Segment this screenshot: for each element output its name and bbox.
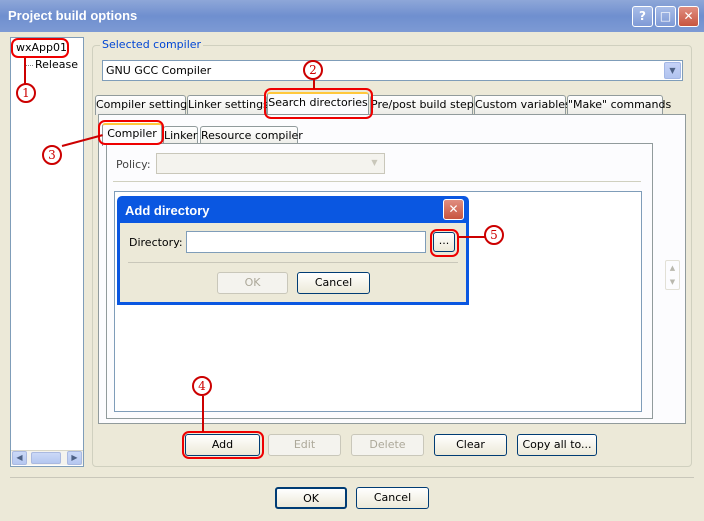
tab-pre-post-build-steps[interactable]: Pre/post build steps: [370, 95, 480, 115]
tree-item-release[interactable]: Release: [35, 58, 78, 71]
ok-button[interactable]: OK: [275, 487, 347, 509]
scroll-right-button[interactable]: ▶: [67, 451, 82, 465]
tab-linker-settings[interactable]: Linker settings: [187, 95, 269, 115]
reorder-spin-button[interactable]: ▲ ▼: [665, 260, 680, 290]
tree-horizontal-scrollbar[interactable]: ◀ ▶: [11, 450, 83, 465]
dialog-ok-button[interactable]: OK: [217, 272, 288, 294]
clear-button[interactable]: Clear: [434, 434, 507, 456]
chevron-left-icon: ◀: [16, 453, 23, 462]
help-icon: ?: [639, 9, 646, 23]
dialog-close-button[interactable]: ✕: [443, 199, 464, 220]
directory-input[interactable]: [186, 231, 426, 253]
chevron-down-icon: ▼: [371, 158, 378, 167]
maximize-icon: □: [659, 9, 672, 23]
help-button[interactable]: ?: [632, 6, 653, 27]
compiler-select-value: GNU GCC Compiler: [106, 64, 212, 77]
callout-highlight-compiler-subtab: [98, 120, 164, 145]
dialog-separator: [128, 262, 458, 263]
scroll-left-button[interactable]: ◀: [12, 451, 27, 465]
compiler-select[interactable]: GNU GCC Compiler ▼: [102, 60, 683, 81]
chevron-down-icon: ▼: [669, 66, 676, 75]
chevron-down-icon: ▼: [669, 278, 676, 286]
policy-label: Policy:: [116, 158, 151, 171]
delete-button[interactable]: Delete: [351, 434, 424, 456]
callout-5: 5: [484, 225, 504, 245]
dialog-body: Directory: ... OK Cancel: [120, 223, 466, 302]
tab-compiler-settings[interactable]: Compiler settings: [95, 95, 193, 115]
chevron-right-icon: ▶: [71, 453, 78, 462]
callout-2: 2: [303, 60, 323, 80]
policy-select[interactable]: ▼: [156, 153, 385, 174]
callout-4: 4: [192, 376, 212, 396]
dialog-title: Add directory: [125, 203, 210, 218]
callout-line-4: [202, 396, 204, 432]
tab-label: "Make" commands: [568, 98, 672, 111]
scroll-thumb[interactable]: [31, 452, 61, 464]
callout-highlight-tree-root: [11, 38, 69, 58]
close-button[interactable]: ✕: [678, 6, 699, 27]
copy-all-to-button[interactable]: Copy all to...: [517, 434, 597, 456]
callout-3: 3: [42, 145, 62, 165]
callout-line-5: [459, 236, 485, 238]
chevron-up-icon: ▲: [669, 264, 676, 272]
title-bar: Project build options ? □ ✕: [0, 0, 704, 32]
callout-highlight-search-tab: [264, 88, 373, 119]
tab-label: Linker: [164, 129, 198, 142]
close-icon: ✕: [448, 202, 459, 216]
add-directory-dialog: Add directory ✕ Directory: ... OK Cancel: [117, 196, 469, 305]
tab-label: Compiler settings: [96, 98, 193, 111]
callout-line-1: [24, 58, 26, 84]
footer-separator: [10, 477, 694, 478]
tab-label: Pre/post build steps: [371, 98, 480, 111]
policy-dropdown-button[interactable]: ▼: [366, 155, 383, 172]
project-build-options-window: Project build options ? □ ✕ wxApp01 Rele…: [0, 0, 704, 521]
window-title: Project build options: [8, 8, 138, 23]
callout-line-2: [313, 79, 315, 89]
tab-label: Custom variables: [475, 98, 571, 111]
callout-1: 1: [16, 83, 36, 103]
callout-highlight-browse-button: [430, 229, 459, 257]
maximize-button[interactable]: □: [655, 6, 676, 27]
dialog-cancel-button[interactable]: Cancel: [297, 272, 370, 294]
tab-label: Resource compiler: [201, 129, 303, 142]
tab-custom-variables[interactable]: Custom variables: [474, 95, 571, 115]
policy-separator: [113, 181, 641, 182]
cancel-button[interactable]: Cancel: [356, 487, 429, 509]
edit-button[interactable]: Edit: [268, 434, 341, 456]
tab-make-commands[interactable]: "Make" commands: [567, 95, 671, 115]
tab-label: Linker settings: [188, 98, 269, 111]
close-icon: ✕: [683, 9, 694, 23]
directory-label: Directory:: [129, 236, 183, 249]
selected-compiler-label: Selected compiler: [100, 38, 204, 51]
compiler-dropdown-button[interactable]: ▼: [664, 62, 681, 79]
callout-highlight-add-button: [182, 431, 264, 459]
